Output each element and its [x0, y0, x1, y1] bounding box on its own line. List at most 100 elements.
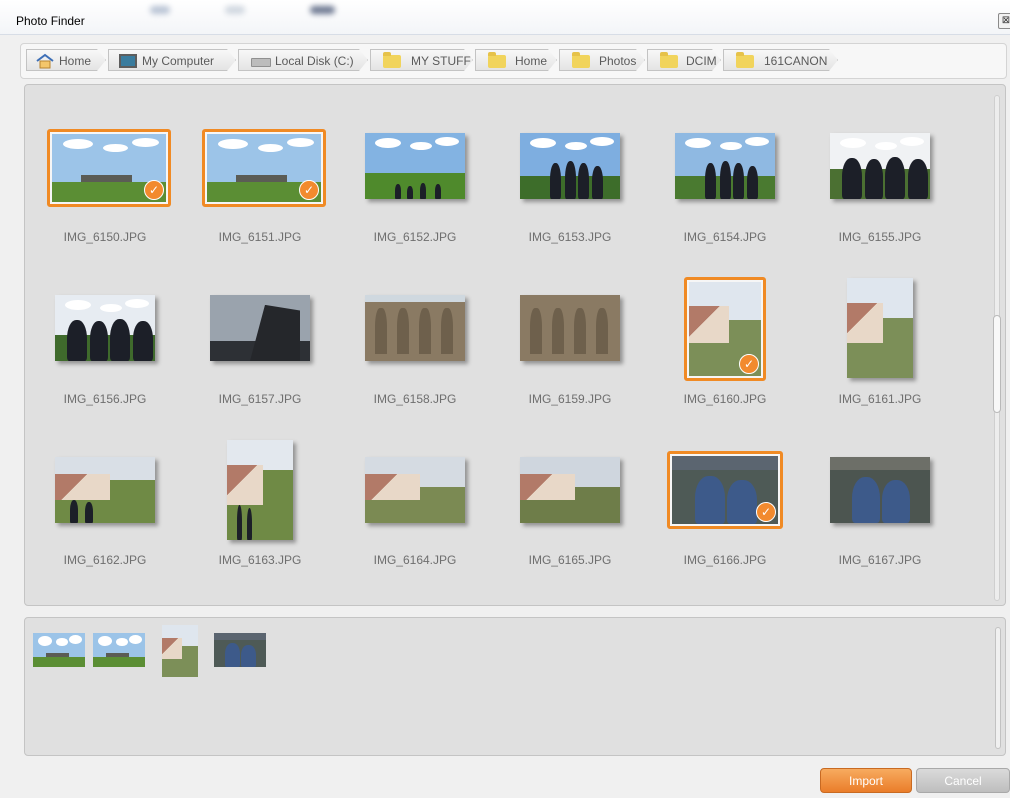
- breadcrumb-label: DCIM: [686, 54, 717, 68]
- grid-scrollbar-thumb[interactable]: [993, 315, 1001, 413]
- photo-arch: [574, 308, 586, 355]
- photo-filename: IMG_6151.JPG: [218, 230, 302, 244]
- photo-houses: [365, 473, 420, 500]
- photo-cloud: [69, 635, 82, 645]
- photo-person: [110, 318, 130, 361]
- photo-thumbnail[interactable]: ✓: [667, 451, 783, 529]
- photo-thumbnail[interactable]: [55, 295, 155, 361]
- folder-icon: [383, 55, 401, 68]
- photo-filename: IMG_6161.JPG: [838, 392, 922, 406]
- breadcrumb-dcim[interactable]: DCIM: [647, 49, 721, 71]
- photo-filename: IMG_6157.JPG: [218, 392, 302, 406]
- photo-thumbnail[interactable]: ✓: [684, 277, 766, 381]
- tray-scrollbar[interactable]: [995, 627, 1001, 749]
- photo-thumbnail[interactable]: [520, 457, 620, 523]
- photo-person: [720, 160, 731, 199]
- breadcrumb-photos[interactable]: Photos: [559, 49, 645, 71]
- selected-photo-thumbnail[interactable]: [93, 633, 145, 667]
- breadcrumb-my-stuff[interactable]: MY STUFF: [370, 49, 473, 71]
- photo-arch: [397, 308, 409, 355]
- photo-filename: IMG_6154.JPG: [683, 230, 767, 244]
- photo-thumbnail[interactable]: [227, 440, 293, 540]
- photo-stones: [106, 653, 130, 657]
- photo-image: [520, 133, 620, 199]
- photo-cloud: [125, 298, 149, 308]
- photo-person: [246, 508, 253, 540]
- photo-image: [520, 457, 620, 523]
- photo-thumbnail[interactable]: [675, 133, 775, 199]
- photo-thumbnail[interactable]: ✓: [47, 129, 171, 207]
- photo-person: [908, 159, 928, 199]
- photo-image: [210, 295, 310, 361]
- photo-image: [365, 457, 465, 523]
- photo-filename: IMG_6156.JPG: [63, 392, 147, 406]
- breadcrumb-my-computer[interactable]: My Computer: [108, 49, 236, 71]
- photo-arch: [596, 308, 608, 355]
- photo-thumbnail[interactable]: [830, 457, 930, 523]
- photo-image: [830, 133, 930, 199]
- photo-person: [435, 184, 441, 199]
- photo-cloud: [900, 136, 924, 146]
- breadcrumb-local-disk[interactable]: Local Disk (C:): [238, 49, 368, 71]
- photo-filename: IMG_6167.JPG: [838, 553, 922, 567]
- photo-stones: [235, 174, 287, 182]
- photo-image: [55, 295, 155, 361]
- photo-thumbnail[interactable]: [520, 133, 620, 199]
- cancel-button[interactable]: Cancel: [916, 768, 1010, 793]
- selected-photo-thumbnail[interactable]: [162, 625, 198, 677]
- photo-thumbnail[interactable]: [210, 295, 310, 361]
- photo-cloud: [103, 143, 129, 152]
- breadcrumb-home[interactable]: Home: [26, 49, 106, 71]
- breadcrumb-label: Home: [59, 54, 92, 68]
- photo-thumbnail[interactable]: [830, 133, 930, 199]
- photo-filename: IMG_6153.JPG: [528, 230, 612, 244]
- photo-ground: [93, 656, 145, 667]
- photo-filename: IMG_6159.JPG: [528, 392, 612, 406]
- breadcrumb-home-folder[interactable]: Home: [475, 49, 557, 71]
- photo-person: [705, 162, 716, 199]
- breadcrumb: Home My Computer Local Disk (C:) MY STUF…: [20, 43, 1007, 79]
- photo-thumbnail[interactable]: [365, 295, 465, 361]
- breadcrumb-label: 161CANON: [764, 54, 828, 68]
- photo-image: [830, 457, 930, 523]
- photo-person: [407, 185, 413, 199]
- photo-person: [865, 159, 883, 199]
- photo-filename: IMG_6152.JPG: [373, 230, 457, 244]
- photo-thumbnail[interactable]: ✓: [202, 129, 326, 207]
- photo-person: [395, 184, 401, 199]
- photo-thumbnail[interactable]: [365, 133, 465, 199]
- photo-image: [675, 133, 775, 199]
- photo-cloud: [258, 143, 284, 152]
- photo-filename: IMG_6158.JPG: [373, 392, 457, 406]
- photo-person: [85, 501, 93, 523]
- window-title: Photo Finder: [16, 14, 85, 28]
- photo-person: [733, 162, 744, 199]
- photo-image: [520, 295, 620, 361]
- selected-photo-thumbnail[interactable]: [214, 633, 266, 667]
- photo-cloud: [745, 136, 769, 146]
- photo-houses: [520, 473, 575, 500]
- selected-photo-thumbnail[interactable]: [33, 633, 85, 667]
- photo-thumbnail[interactable]: [847, 278, 913, 378]
- photo-thumbnail[interactable]: [365, 457, 465, 523]
- photo-person: [67, 320, 87, 361]
- breadcrumb-161canon[interactable]: 161CANON: [723, 49, 838, 71]
- photo-cloud: [38, 635, 52, 646]
- photo-person: [852, 476, 880, 523]
- photo-person: [420, 183, 426, 199]
- photo-cloud: [98, 635, 112, 646]
- import-button[interactable]: Import: [820, 768, 912, 793]
- close-icon[interactable]: ⊠: [998, 13, 1010, 29]
- photo-filename: IMG_6150.JPG: [63, 230, 147, 244]
- photo-person: [885, 156, 905, 199]
- home-icon: [35, 53, 55, 69]
- photo-thumbnail[interactable]: [55, 457, 155, 523]
- photo-person: [133, 321, 153, 361]
- breadcrumb-label: Photos: [599, 54, 637, 68]
- photo-cloud: [435, 136, 459, 146]
- photo-filename: IMG_6160.JPG: [683, 392, 767, 406]
- photo-person: [550, 162, 561, 199]
- photo-houses: [847, 303, 884, 343]
- photo-thumbnail[interactable]: [520, 295, 620, 361]
- photo-filename: IMG_6162.JPG: [63, 553, 147, 567]
